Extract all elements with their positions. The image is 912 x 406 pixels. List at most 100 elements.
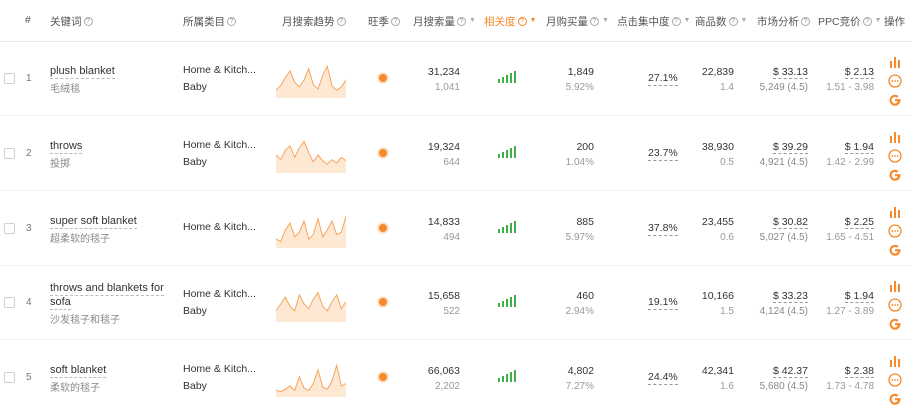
relevance-bar xyxy=(514,221,516,233)
relevance-bars xyxy=(498,370,520,382)
col-ppc-header[interactable]: PPC竞价? ▼ xyxy=(818,14,882,29)
col-ops-header: 操作 xyxy=(884,16,905,28)
ppc-bid[interactable]: $ 2.25 xyxy=(818,214,874,230)
row-checkbox[interactable] xyxy=(4,73,15,84)
search-volume-daily: 522 xyxy=(443,306,460,317)
ppc-cell: $ 2.25 1.65 - 4.51 xyxy=(818,214,874,246)
products-value: 38,930 xyxy=(701,141,734,153)
sparkline-area xyxy=(276,66,346,98)
peak-season-dot xyxy=(379,373,387,381)
bar-chart-icon[interactable] xyxy=(888,205,902,219)
help-icon[interactable]: ? xyxy=(862,17,872,26)
purchases-rate: 1.04% xyxy=(565,157,594,168)
help-icon[interactable]: ? xyxy=(83,17,93,26)
help-icon[interactable]: ? xyxy=(336,17,346,26)
help-icon[interactable]: ? xyxy=(227,17,236,26)
sort-caret-icon[interactable]: ▼ xyxy=(530,17,537,24)
relevance-bar xyxy=(514,295,516,307)
ellipsis-circle-icon[interactable] xyxy=(888,373,902,387)
products-ratio: 0.5 xyxy=(720,157,734,168)
col-search-volume-header[interactable]: 月搜索量? ▼ xyxy=(413,14,476,29)
col-keyword-header[interactable]: 关键词? xyxy=(50,14,93,29)
help-icon[interactable]: ? xyxy=(671,17,681,26)
avg-price[interactable]: $ 33.23 xyxy=(740,288,808,304)
search-trend-sparkline[interactable] xyxy=(276,60,346,98)
relevance-bars xyxy=(498,221,520,233)
click-concentration-value[interactable]: 23.7% xyxy=(648,147,678,161)
search-trend-sparkline[interactable] xyxy=(276,135,346,173)
row-checkbox[interactable] xyxy=(4,223,15,234)
click-concentration-value[interactable]: 27.1% xyxy=(648,72,678,86)
bar-chart-icon[interactable] xyxy=(888,279,902,293)
sort-caret-icon[interactable]: ▼ xyxy=(602,17,609,24)
search-trend-sparkline[interactable] xyxy=(276,359,346,397)
row-index: 1 xyxy=(26,73,32,84)
keyword-cn: 沙发毯子和毯子 xyxy=(50,315,120,326)
sort-caret-icon[interactable]: ▼ xyxy=(875,17,882,24)
google-icon[interactable] xyxy=(888,317,902,331)
avg-price[interactable]: $ 42.37 xyxy=(740,363,808,379)
ppc-bid[interactable]: $ 2.38 xyxy=(818,363,874,379)
search-trend-sparkline[interactable] xyxy=(276,210,346,248)
click-concentration-value[interactable]: 19.1% xyxy=(648,296,678,310)
ppc-bid[interactable]: $ 1.94 xyxy=(818,288,874,304)
help-icon[interactable]: ? xyxy=(728,17,738,26)
products-ratio: 1.6 xyxy=(720,381,734,392)
market-analysis-cell: $ 42.37 5,680 (4.5) xyxy=(740,363,808,395)
help-icon[interactable]: ? xyxy=(517,17,527,26)
sort-caret-icon[interactable]: ▼ xyxy=(469,17,476,24)
ppc-cell: $ 1.94 1.27 - 3.89 xyxy=(818,288,874,320)
keyword-en[interactable]: throws xyxy=(50,139,172,154)
review-count-rating: 4,124 (4.5) xyxy=(759,306,808,317)
sort-caret-icon[interactable]: ▼ xyxy=(741,17,748,24)
keyword-en[interactable]: super soft blanket xyxy=(50,214,172,229)
keyword-en[interactable]: plush blanket xyxy=(50,64,172,79)
ellipsis-circle-icon[interactable] xyxy=(888,149,902,163)
search-volume-value: 14,833 xyxy=(427,216,460,228)
sort-caret-icon[interactable]: ▼ xyxy=(684,17,691,24)
avg-price[interactable]: $ 33.13 xyxy=(740,64,808,80)
ppc-bid[interactable]: $ 2.13 xyxy=(818,64,874,80)
category-cell: Home & Kitch... Baby xyxy=(183,361,263,395)
search-volume-cell: 19,324 644 xyxy=(415,139,460,171)
products-ratio: 0.6 xyxy=(720,232,734,243)
keyword-en[interactable]: soft blanket xyxy=(50,363,172,378)
col-purchases-header[interactable]: 月购买量? ▼ xyxy=(546,14,609,29)
row-checkbox[interactable] xyxy=(4,148,15,159)
bar-chart-icon[interactable] xyxy=(888,354,902,368)
ellipsis-circle-icon[interactable] xyxy=(888,224,902,238)
click-concentration-value[interactable]: 24.4% xyxy=(648,371,678,385)
col-products-header[interactable]: 商品数? ▼ xyxy=(695,14,747,29)
ppc-bid[interactable]: $ 1.94 xyxy=(818,139,874,155)
col-click-concentration-header[interactable]: 点击集中度? ▼ xyxy=(617,14,690,29)
search-volume-daily: 494 xyxy=(443,232,460,243)
col-market-header[interactable]: 市场分析? xyxy=(757,14,810,29)
keyword-en[interactable]: throws and blankets for sofa xyxy=(50,281,172,310)
bar-chart-icon[interactable] xyxy=(888,130,902,144)
google-icon[interactable] xyxy=(888,392,902,406)
table-row: 4 throws and blankets for sofa 沙发毯子和毯子 H… xyxy=(0,266,912,340)
col-relevance-header[interactable]: 相关度? ▼ xyxy=(484,14,536,29)
col-peak-header[interactable]: 旺季? xyxy=(368,14,400,29)
search-trend-sparkline[interactable] xyxy=(276,284,346,322)
help-icon[interactable]: ? xyxy=(457,17,466,26)
avg-price[interactable]: $ 39.29 xyxy=(740,139,808,155)
help-icon[interactable]: ? xyxy=(801,17,810,26)
col-category-header[interactable]: 所属类目? xyxy=(183,14,236,29)
google-icon[interactable] xyxy=(888,93,902,107)
help-icon[interactable]: ? xyxy=(590,17,599,26)
google-icon[interactable] xyxy=(888,168,902,182)
help-icon[interactable]: ? xyxy=(391,17,400,26)
row-index: 2 xyxy=(26,148,32,159)
click-concentration-value[interactable]: 37.8% xyxy=(648,222,678,236)
ellipsis-circle-icon[interactable] xyxy=(888,74,902,88)
row-checkbox[interactable] xyxy=(4,297,15,308)
bar-chart-icon[interactable] xyxy=(888,55,902,69)
google-icon[interactable] xyxy=(888,243,902,257)
row-checkbox[interactable] xyxy=(4,372,15,383)
ellipsis-circle-icon[interactable] xyxy=(888,298,902,312)
ppc-range: 1.73 - 4.78 xyxy=(826,381,874,392)
relevance-bar xyxy=(498,378,500,382)
col-trend-header[interactable]: 月搜索趋势? xyxy=(282,14,346,29)
avg-price[interactable]: $ 30.82 xyxy=(740,214,808,230)
